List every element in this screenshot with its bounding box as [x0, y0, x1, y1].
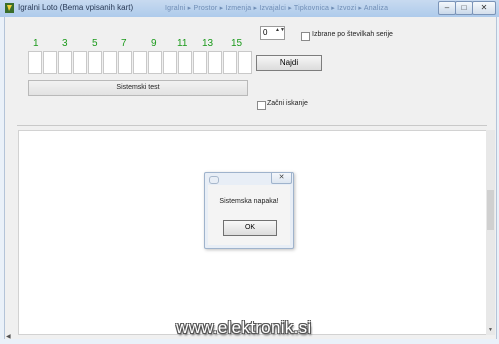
app-icon — [5, 3, 14, 13]
find-button[interactable]: Najdi — [256, 55, 322, 71]
window-title: Igralni Loto (Bema vpisanih kart) — [18, 3, 134, 12]
close-button[interactable]: ✕ — [472, 1, 496, 15]
number-label: 3 — [62, 38, 68, 49]
dialog-ok-button[interactable]: OK — [223, 220, 277, 236]
search-checkbox[interactable] — [257, 101, 266, 110]
system-test-button[interactable]: Sistemski test — [28, 80, 248, 96]
number-box[interactable] — [43, 51, 57, 74]
title-bar[interactable]: Igralni Loto (Bema vpisanih kart) Igraln… — [0, 0, 499, 17]
dialog-body: Sistemska napaka! OK — [208, 185, 290, 245]
minimize-button[interactable]: – — [438, 1, 456, 15]
spinner-value: 0 — [263, 28, 268, 37]
watermark: www.elektronik.si — [176, 318, 312, 337]
number-label: 11 — [177, 38, 188, 49]
maximize-button[interactable]: □ — [455, 1, 473, 15]
number-label: 13 — [202, 38, 214, 49]
number-box[interactable] — [178, 51, 192, 74]
number-label: 1 — [33, 38, 39, 49]
number-label: 9 — [151, 38, 157, 49]
scroll-down-icon[interactable]: ▼ — [487, 326, 494, 334]
spinner-arrows-icon[interactable]: ▲▼ — [275, 27, 285, 39]
number-box[interactable] — [28, 51, 42, 74]
number-box[interactable] — [103, 51, 117, 74]
dialog-message: Sistemska napaka! — [219, 198, 279, 205]
number-box[interactable] — [223, 51, 237, 74]
search-checkbox-label: Začni iskanje — [267, 100, 308, 107]
number-box[interactable] — [193, 51, 207, 74]
number-box[interactable] — [58, 51, 72, 74]
number-box[interactable] — [133, 51, 147, 74]
error-dialog[interactable]: ✕ Sistemska napaka! OK — [204, 172, 294, 249]
number-box[interactable] — [208, 51, 222, 74]
number-box[interactable] — [238, 51, 252, 74]
number-box[interactable] — [88, 51, 102, 74]
dialog-icon — [209, 176, 219, 184]
background-taskbar-text: Igralni ▸ Prostor ▸ Izmenja ▸ Izvajalci … — [165, 5, 389, 12]
scroll-left-icon[interactable]: ◀ — [6, 333, 11, 340]
number-box[interactable] — [163, 51, 177, 74]
scrollbar-thumb[interactable] — [487, 190, 494, 230]
number-label: 5 — [92, 38, 98, 49]
series-checkbox-label: Izbrane po številkah serije — [312, 31, 393, 38]
dialog-close-button[interactable]: ✕ — [271, 173, 292, 184]
series-spinner[interactable]: 0 ▲▼ — [260, 26, 285, 40]
separator — [17, 125, 487, 126]
number-label: 15 — [231, 38, 243, 49]
number-box[interactable] — [73, 51, 87, 74]
number-label: 7 — [121, 38, 127, 49]
number-box[interactable] — [148, 51, 162, 74]
vertical-scrollbar[interactable] — [486, 130, 495, 335]
series-checkbox[interactable] — [301, 32, 310, 41]
number-box[interactable] — [118, 51, 132, 74]
